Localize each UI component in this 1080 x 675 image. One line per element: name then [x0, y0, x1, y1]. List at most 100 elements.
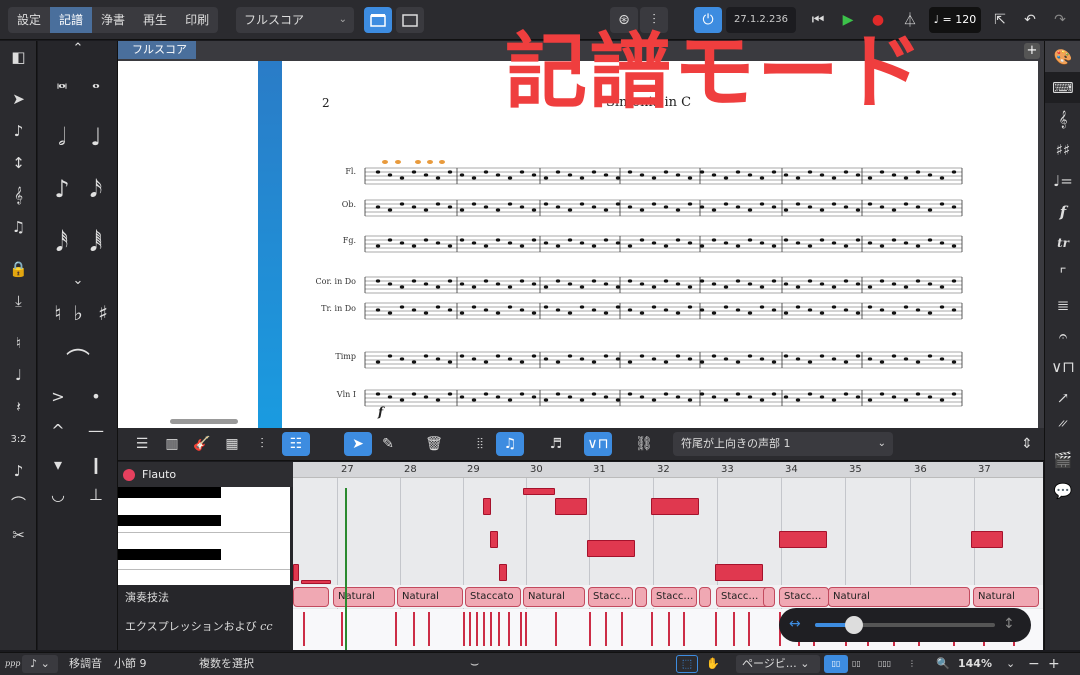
cc-event[interactable]	[605, 612, 607, 646]
notehead[interactable]	[831, 305, 837, 309]
notehead[interactable]	[675, 208, 681, 212]
notehead[interactable]	[831, 285, 837, 289]
notehead[interactable]	[939, 176, 945, 180]
notehead[interactable]	[903, 176, 909, 180]
vertical-pages-button[interactable]: ⋮	[908, 653, 916, 675]
midi-note[interactable]	[523, 488, 555, 495]
notehead[interactable]	[879, 308, 885, 312]
notehead[interactable]	[927, 395, 933, 399]
notehead[interactable]	[399, 241, 405, 245]
technique-pill[interactable]: Stacc…	[779, 587, 829, 607]
notehead[interactable]	[459, 238, 465, 242]
notehead[interactable]	[579, 305, 585, 309]
notehead[interactable]	[891, 208, 897, 212]
notehead[interactable]	[639, 282, 645, 286]
notehead[interactable]	[843, 170, 849, 174]
notehead[interactable]	[447, 392, 453, 396]
notehead[interactable]	[879, 360, 885, 364]
notehead[interactable]	[771, 205, 777, 209]
notehead[interactable]	[675, 173, 681, 177]
notehead[interactable]	[423, 238, 429, 242]
fretboard-button[interactable]: 🎸	[188, 432, 216, 456]
zoom-in-button[interactable]: +	[1048, 653, 1060, 675]
notehead[interactable]	[531, 354, 537, 358]
notehead[interactable]	[399, 202, 405, 206]
notehead[interactable]	[699, 170, 705, 174]
cc-event[interactable]	[476, 612, 478, 646]
key-editor-button[interactable]: ☷	[282, 432, 310, 456]
notehead[interactable]	[615, 285, 621, 289]
notehead[interactable]	[927, 173, 933, 177]
notehead[interactable]	[771, 244, 777, 248]
notehead[interactable]	[435, 176, 441, 180]
notehead[interactable]	[867, 241, 873, 245]
notehead[interactable]	[471, 176, 477, 180]
notehead[interactable]	[507, 241, 513, 245]
notehead[interactable]	[795, 357, 801, 361]
notehead[interactable]	[831, 398, 837, 402]
notehead[interactable]	[951, 392, 957, 396]
notehead[interactable]	[747, 173, 753, 177]
notehead[interactable]	[567, 173, 573, 177]
cc-event[interactable]	[483, 612, 485, 646]
notehead[interactable]	[891, 238, 897, 242]
notehead[interactable]	[555, 205, 561, 209]
selected-notehead[interactable]	[427, 160, 433, 164]
notehead[interactable]	[915, 392, 921, 396]
audio-button[interactable]: ⦙⦙	[466, 432, 494, 456]
notehead[interactable]	[603, 395, 609, 399]
notehead[interactable]	[411, 205, 417, 209]
notehead[interactable]	[603, 282, 609, 286]
notehead[interactable]	[543, 357, 549, 361]
cc-event[interactable]	[621, 612, 623, 646]
technique-pill[interactable]: Stacc…	[716, 587, 770, 607]
notehead[interactable]	[423, 208, 429, 212]
notehead[interactable]	[387, 173, 393, 177]
notehead[interactable]	[711, 395, 717, 399]
notehead[interactable]	[735, 392, 741, 396]
drum-pads-button[interactable]: ▦	[218, 432, 246, 456]
cc-event[interactable]	[303, 612, 305, 646]
notehead[interactable]	[843, 360, 849, 364]
cc-event[interactable]	[490, 612, 492, 646]
cc-event[interactable]	[733, 612, 735, 646]
notehead[interactable]	[831, 241, 837, 245]
horizontal-scrollbar[interactable]	[170, 419, 238, 424]
notehead[interactable]	[771, 360, 777, 364]
technique-pill[interactable]: Staccato	[465, 587, 521, 607]
cc-event[interactable]	[508, 612, 510, 646]
notehead[interactable]	[567, 311, 573, 315]
fermata-button[interactable]: ◡	[38, 485, 78, 504]
notehead[interactable]	[891, 311, 897, 315]
notehead[interactable]	[951, 279, 957, 283]
notehead[interactable]	[591, 360, 597, 364]
notehead[interactable]	[735, 360, 741, 364]
cc-event[interactable]	[555, 612, 557, 646]
technique-pill[interactable]: Stacc…	[588, 587, 633, 607]
notehead[interactable]	[759, 357, 765, 361]
notehead[interactable]	[747, 311, 753, 315]
black-key[interactable]	[118, 549, 221, 560]
cc-event[interactable]	[748, 612, 750, 646]
midi-note[interactable]	[587, 540, 635, 557]
notehead[interactable]	[459, 282, 465, 286]
cc-event[interactable]	[589, 612, 591, 646]
notehead[interactable]	[447, 170, 453, 174]
notehead[interactable]	[807, 244, 813, 248]
notehead[interactable]	[843, 279, 849, 283]
notehead[interactable]	[807, 205, 813, 209]
notehead[interactable]	[855, 173, 861, 177]
notehead[interactable]	[495, 395, 501, 399]
notehead[interactable]	[591, 244, 597, 248]
cc-event[interactable]	[715, 612, 717, 646]
notehead[interactable]	[507, 176, 513, 180]
notehead[interactable]	[375, 308, 381, 312]
notehead[interactable]	[495, 173, 501, 177]
notehead[interactable]	[783, 238, 789, 242]
notehead[interactable]	[567, 282, 573, 286]
notehead[interactable]	[939, 285, 945, 289]
notehead[interactable]	[687, 305, 693, 309]
notehead[interactable]	[411, 244, 417, 248]
notehead[interactable]	[723, 202, 729, 206]
notehead[interactable]	[447, 360, 453, 364]
